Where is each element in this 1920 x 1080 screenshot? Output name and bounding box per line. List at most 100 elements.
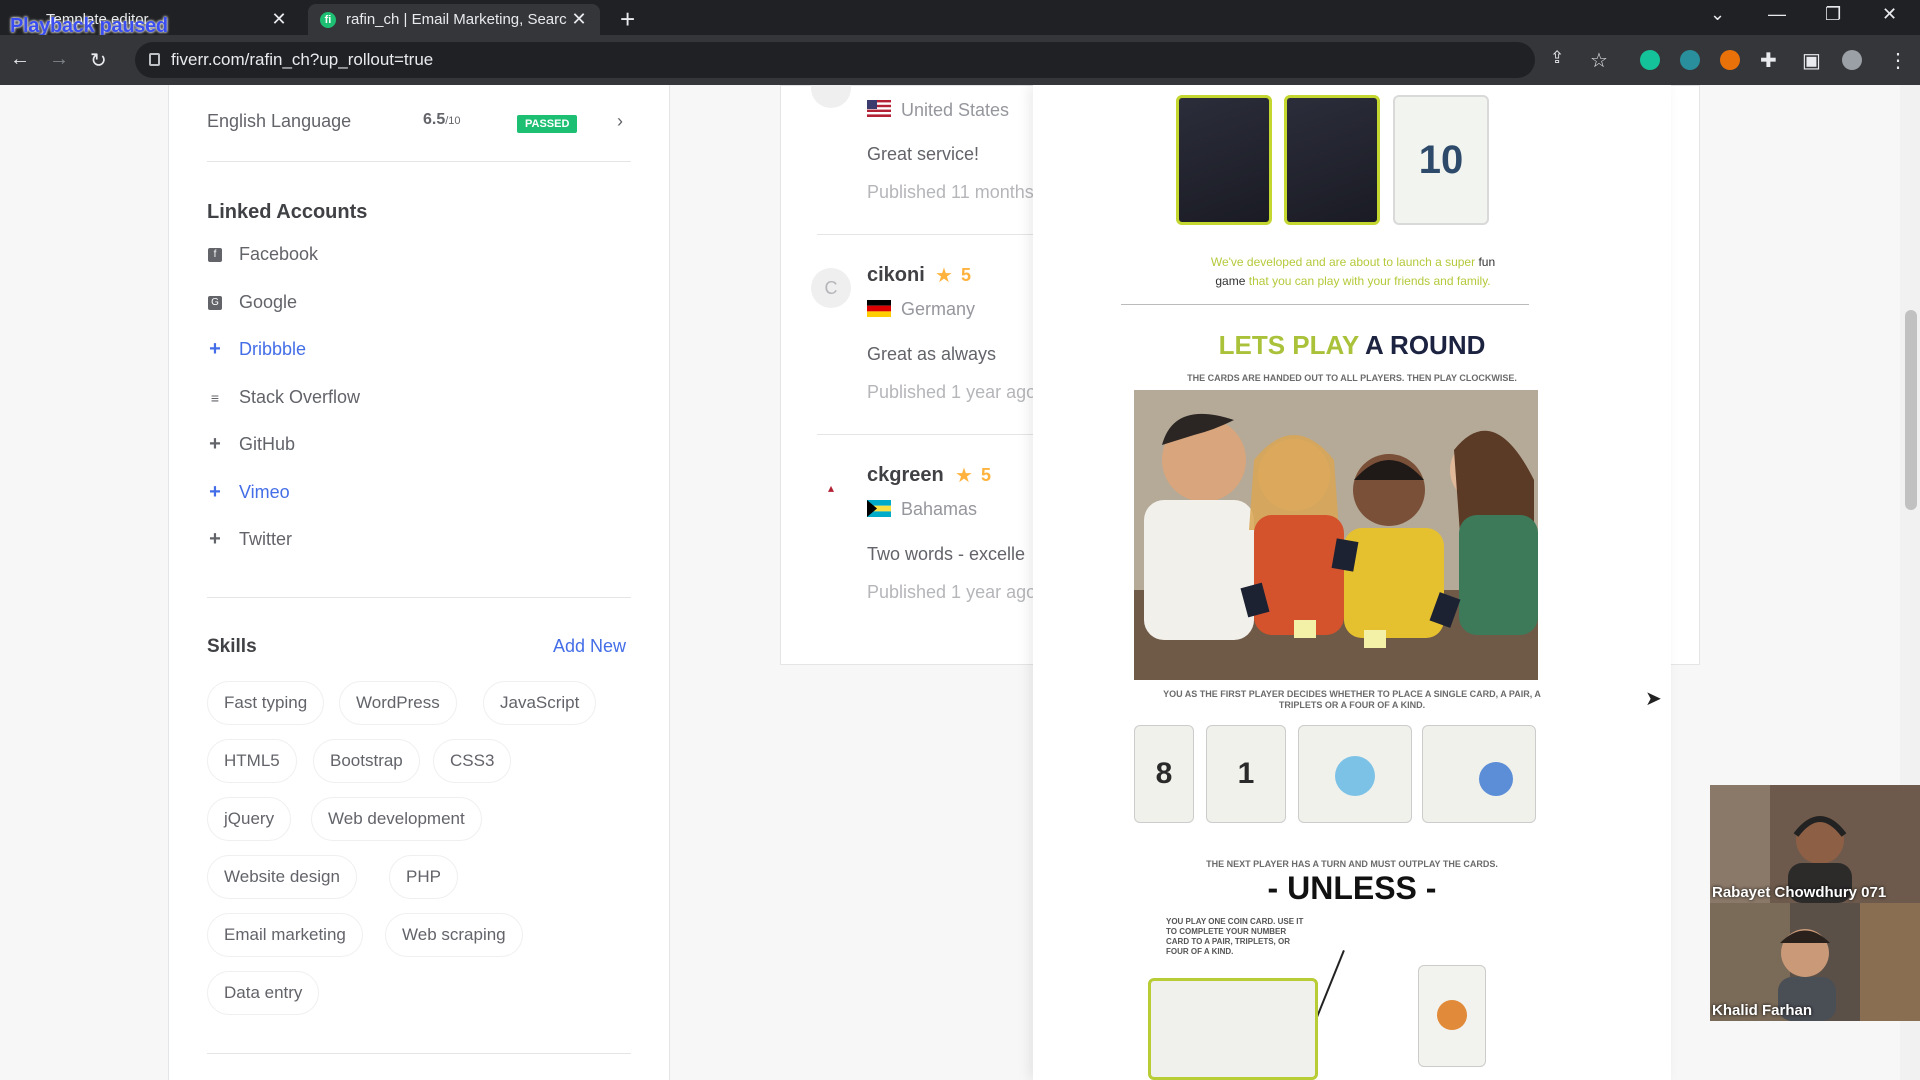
game-card-image bbox=[1284, 95, 1380, 225]
review-rating: 5 bbox=[961, 265, 972, 285]
menu-icon[interactable]: ⋮ bbox=[1888, 48, 1908, 73]
language-score: 6.5/10 bbox=[423, 111, 461, 128]
video-tile: Khalid Farhan bbox=[1710, 903, 1920, 1021]
reviewer-name[interactable]: ckgreen bbox=[867, 464, 944, 487]
review-date: Published 1 year ago bbox=[867, 382, 1037, 402]
game-card: 1 bbox=[1206, 725, 1286, 823]
star-icon: ★ bbox=[955, 465, 973, 487]
scrollbar-thumb[interactable] bbox=[1905, 310, 1917, 510]
divider bbox=[817, 434, 1067, 435]
window-close-icon[interactable]: ✕ bbox=[1882, 4, 1897, 25]
bookmark-star-icon[interactable]: ☆ bbox=[1590, 48, 1608, 73]
extension-icon[interactable] bbox=[1680, 50, 1700, 70]
side-panel-icon[interactable]: ▣ bbox=[1802, 48, 1821, 73]
linked-account-google[interactable]: G Google bbox=[207, 292, 297, 313]
chevron-right-icon[interactable]: › bbox=[617, 111, 623, 132]
skill-tag[interactable]: Fast typing bbox=[207, 681, 325, 725]
close-icon[interactable]: ✕ bbox=[270, 9, 288, 30]
gallery-heading: LETS PLAY A ROUND bbox=[1218, 330, 1486, 360]
lock-icon bbox=[149, 53, 160, 66]
review-date: Published 1 year ago bbox=[867, 582, 1037, 602]
participant-name: Rabayet Chowdhury 071 bbox=[1712, 884, 1887, 901]
reviewer-country: Germany bbox=[901, 299, 976, 319]
back-icon[interactable]: ← bbox=[10, 48, 30, 71]
gallery-caption: THE NEXT PLAYER HAS A TURN AND MUST OUTP… bbox=[1206, 859, 1498, 869]
linked-accounts-title: Linked Accounts bbox=[207, 201, 368, 223]
plus-icon: + bbox=[209, 433, 221, 455]
add-new-skill-link[interactable]: Add New bbox=[553, 636, 626, 657]
skill-tag[interactable]: Web development bbox=[311, 797, 482, 841]
game-card-group bbox=[1422, 725, 1536, 823]
profile-avatar-icon[interactable] bbox=[1842, 50, 1862, 70]
reviewer-country: Bahamas bbox=[901, 499, 978, 519]
us-flag-icon bbox=[867, 100, 891, 117]
linked-account-label: Dribbble bbox=[239, 339, 307, 359]
divider bbox=[1121, 304, 1529, 305]
review-rating: 5 bbox=[981, 465, 992, 485]
plus-icon: + bbox=[209, 528, 221, 550]
game-card-image bbox=[1176, 95, 1272, 225]
gallery-unless-heading: - UNLESS - bbox=[1267, 870, 1437, 906]
close-icon[interactable]: ✕ bbox=[570, 9, 588, 30]
reload-icon[interactable]: ↻ bbox=[90, 48, 107, 73]
linked-account-twitter[interactable]: + Twitter bbox=[207, 528, 293, 550]
mouse-cursor-icon: ➤ bbox=[1645, 688, 1662, 710]
linked-account-stack-overflow[interactable]: ≡ Stack Overflow bbox=[207, 387, 360, 408]
gallery-caption: THE CARDS ARE HANDED OUT TO ALL PLAYERS.… bbox=[1187, 373, 1517, 383]
participant-name: Khalid Farhan bbox=[1712, 1002, 1813, 1019]
share-icon[interactable]: ⇪ bbox=[1550, 48, 1564, 68]
game-card-group bbox=[1148, 978, 1318, 1080]
skill-tag[interactable]: JavaScript bbox=[483, 681, 597, 725]
gallery-caption: YOU PLAY ONE COIN CARD. USE IT TO COMPLE… bbox=[1166, 917, 1304, 956]
skill-tag[interactable]: Web scraping bbox=[385, 913, 523, 957]
gallery-caption: YOU AS THE FIRST PLAYER DECIDES WHETHER … bbox=[1163, 689, 1541, 710]
gig-gallery-image[interactable]: 10 We've developed and are about to laun… bbox=[1033, 85, 1671, 1080]
skill-tag[interactable]: Data entry bbox=[207, 971, 320, 1015]
minimize-icon[interactable]: — bbox=[1768, 4, 1786, 25]
game-card: 8 bbox=[1134, 725, 1194, 823]
skill-tag[interactable]: Website design bbox=[207, 855, 357, 899]
url-text: fiverr.com/rafin_ch?up_rollout=true bbox=[171, 50, 434, 69]
plus-icon: + bbox=[209, 338, 221, 360]
grammarly-icon[interactable] bbox=[1640, 50, 1660, 70]
skill-tag[interactable]: PHP bbox=[389, 855, 458, 899]
review-text: Two words - excelle bbox=[867, 544, 1026, 564]
germany-flag-icon bbox=[867, 300, 891, 317]
linked-account-github[interactable]: + GitHub bbox=[207, 433, 295, 455]
linked-account-vimeo[interactable]: + Vimeo bbox=[207, 481, 290, 503]
extensions-puzzle-icon[interactable]: ✚ bbox=[1760, 48, 1777, 73]
restore-icon[interactable]: ❐ bbox=[1825, 4, 1841, 25]
bahamas-flag-icon bbox=[867, 500, 891, 517]
tab-search-icon[interactable]: ⌄ bbox=[1710, 4, 1725, 25]
linked-account-facebook[interactable]: f Facebook bbox=[207, 244, 318, 265]
page-content: English Language 6.5/10 PASSED › Linked … bbox=[0, 85, 1920, 1080]
divider bbox=[817, 234, 1067, 235]
new-tab-icon[interactable]: + bbox=[620, 4, 635, 35]
divider bbox=[207, 597, 631, 598]
review-text: Great service! bbox=[867, 144, 980, 164]
video-tile: Rabayet Chowdhury 071 bbox=[1710, 785, 1920, 903]
tab-fiverr[interactable]: fi rafin_ch | Email Marketing, Searc ✕ bbox=[308, 4, 600, 35]
url-field[interactable]: fiverr.com/rafin_ch?up_rollout=true bbox=[135, 42, 1535, 78]
linked-account-label: Google bbox=[239, 292, 298, 312]
linked-account-label: Stack Overflow bbox=[239, 387, 361, 407]
reviewer-name[interactable]: cikoni bbox=[867, 264, 925, 287]
passed-badge: PASSED bbox=[517, 115, 578, 133]
linked-account-label: Twitter bbox=[239, 529, 293, 549]
skill-tag[interactable]: CSS3 bbox=[433, 739, 512, 783]
skill-tag[interactable]: HTML5 bbox=[207, 739, 297, 783]
linked-account-dribbble[interactable]: + Dribbble bbox=[207, 338, 307, 360]
skill-tag[interactable]: WordPress bbox=[339, 681, 457, 725]
divider bbox=[207, 161, 631, 162]
review-text: Great as always bbox=[867, 344, 997, 364]
skill-tag[interactable]: jQuery bbox=[207, 797, 292, 841]
extension-icon[interactable] bbox=[1720, 50, 1740, 70]
skill-tag[interactable]: Email marketing bbox=[207, 913, 363, 957]
skill-tag[interactable]: Bootstrap bbox=[313, 739, 420, 783]
facebook-icon: f bbox=[207, 247, 223, 263]
divider bbox=[207, 1053, 631, 1054]
google-icon: G bbox=[207, 295, 223, 311]
skills-title: Skills bbox=[207, 636, 257, 657]
forward-icon[interactable]: → bbox=[49, 48, 69, 71]
star-icon: ★ bbox=[935, 265, 953, 287]
